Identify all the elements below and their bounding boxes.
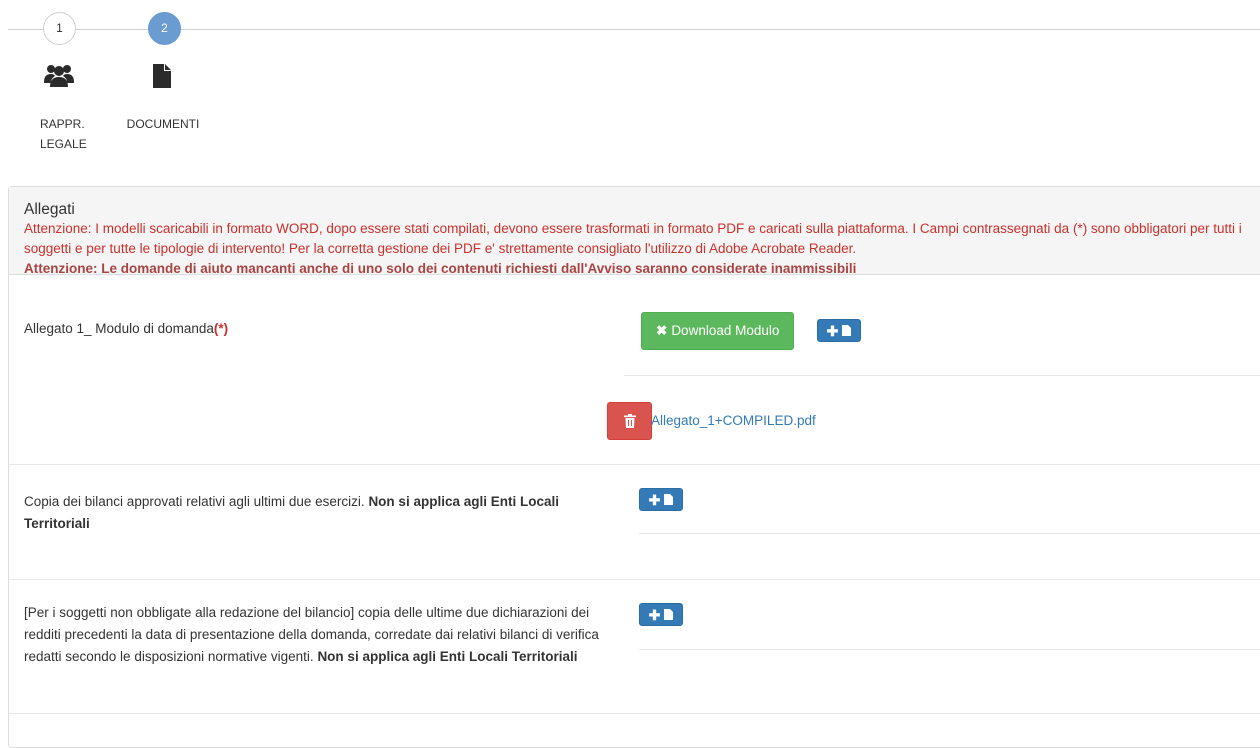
step-1-label[interactable]: RAPPR. LEGALE <box>40 114 87 154</box>
row-3-divider <box>639 649 1260 650</box>
step-1-label-line1: RAPPR. <box>40 117 85 131</box>
required-mark: (*) <box>213 321 229 336</box>
attachment-1-label: Allegato 1_ Modulo di domanda(*) <box>24 318 619 340</box>
attachment-2-label: Copia dei bilanci approvati relativi agl… <box>24 491 619 535</box>
wizard-steps: 1 2 RAPPR. LEGALE DOCUMENTI <box>0 0 1260 170</box>
upload-file-button-1[interactable]: ✚ <box>817 319 861 342</box>
trash-icon <box>623 414 636 428</box>
attachment-row-2: Copia dei bilanci approvati relativi agl… <box>9 464 1260 580</box>
remove-icon: ✖ <box>656 323 668 338</box>
uploaded-file-link[interactable]: Allegato_1+COMPILED.pdf <box>651 413 816 428</box>
file-icon[interactable] <box>152 64 172 88</box>
attachment-2-label-text: Copia dei bilanci approvati relativi agl… <box>24 494 365 509</box>
upload-file-button-3[interactable]: ✚ <box>639 603 683 626</box>
step-2-circle[interactable]: 2 <box>148 12 181 45</box>
download-modulo-button[interactable]: ✖ Download Modulo <box>641 312 795 350</box>
attachment-row-3: [Per i soggetti non obbligate alla redaz… <box>9 579 1260 714</box>
panel-heading: Allegati Attenzione: I modelli scaricabi… <box>9 187 1260 276</box>
step-2-label[interactable]: DOCUMENTI <box>118 114 208 134</box>
attachment-1-label-text: Allegato 1_ Modulo di domanda <box>24 321 214 336</box>
plus-icon: ✚ <box>826 322 839 339</box>
panel-title: Allegati <box>24 201 75 218</box>
attachments-panel: Allegati Attenzione: I modelli scaricabi… <box>8 186 1260 748</box>
attachment-3-label-bold: Non si applica agli Enti Locali Territor… <box>317 649 578 664</box>
panel-warning: Attenzione: I modelli scaricabili in for… <box>24 221 1242 256</box>
delete-file-button[interactable] <box>607 402 652 440</box>
wizard-progress-line <box>8 29 1260 30</box>
plus-icon: ✚ <box>648 606 661 623</box>
file-icon <box>842 325 852 336</box>
row-1-divider <box>624 375 1260 376</box>
attachment-3-label: [Per i soggetti non obbligate alla redaz… <box>24 602 619 668</box>
row-2-divider <box>639 533 1260 534</box>
plus-icon: ✚ <box>648 491 661 508</box>
attachment-row-1: Allegato 1_ Modulo di domanda(*) ✖ Downlo… <box>9 275 1260 465</box>
step-1-circle[interactable]: 1 <box>43 12 76 45</box>
upload-file-button-2[interactable]: ✚ <box>639 488 683 511</box>
download-modulo-label: Download Modulo <box>671 323 780 338</box>
file-icon <box>664 609 674 620</box>
step-1-label-line2: LEGALE <box>40 137 87 151</box>
file-icon <box>664 494 674 505</box>
users-icon[interactable] <box>44 64 74 88</box>
